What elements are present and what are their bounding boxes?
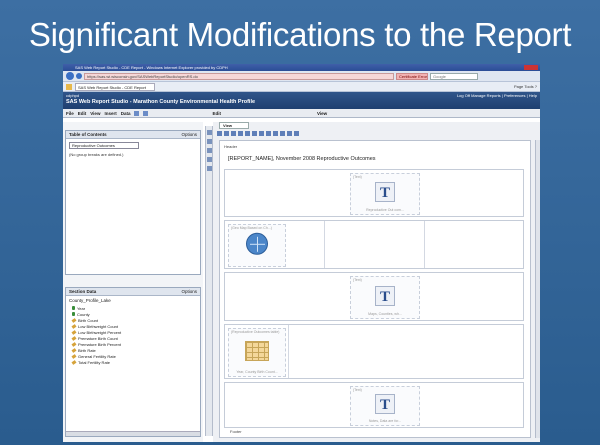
- menu-view[interactable]: View: [90, 111, 100, 116]
- report-canvas: Header [REPORT_NAME], November 2008 Repr…: [219, 140, 531, 438]
- insert-map-icon[interactable]: [206, 157, 212, 162]
- measure-icon: [71, 359, 77, 365]
- text-object-icon: T: [375, 285, 395, 306]
- vertical-scrollbar[interactable]: [535, 140, 540, 438]
- text-object[interactable]: (Text) T Notes, Data are for...: [350, 386, 420, 426]
- print-icon[interactable]: [238, 131, 243, 136]
- section-select[interactable]: Reproductive Outcomes: [69, 142, 139, 149]
- window-title: SAS Web Report Studio - CDE Report - Win…: [75, 65, 228, 70]
- menu-edit[interactable]: Edit: [78, 111, 87, 116]
- section-data-title: Section Data: [69, 289, 97, 294]
- category-icon: [72, 306, 75, 310]
- report-view-tab[interactable]: View: [219, 122, 249, 129]
- text-object-icon: T: [375, 394, 395, 414]
- measure-icon: [71, 341, 77, 347]
- insert-image-icon[interactable]: [206, 166, 212, 171]
- menu-file[interactable]: File: [66, 111, 74, 116]
- insert-text-icon[interactable]: [206, 130, 212, 135]
- browser-tab-bar: SAS Web Report Studio - CDE Report Page …: [63, 82, 540, 92]
- table-icon[interactable]: [245, 131, 250, 136]
- globe-icon: [246, 232, 268, 255]
- measure-icon: [71, 353, 77, 359]
- menu-data[interactable]: Data: [121, 111, 131, 116]
- report-title[interactable]: [REPORT_NAME], November 2008 Reproductiv…: [228, 156, 376, 162]
- embedded-screenshot: SAS Web Report Studio - CDE Report - Win…: [63, 64, 540, 442]
- save-icon[interactable]: [134, 110, 140, 116]
- view-tab[interactable]: View: [317, 111, 327, 116]
- text-object-icon: T: [375, 182, 395, 202]
- filter-icon[interactable]: [266, 131, 271, 136]
- data-item[interactable]: Total Fertility Rate: [71, 359, 200, 365]
- undo-icon[interactable]: [143, 110, 149, 116]
- header-links[interactable]: Log Off Manage Reports | Preferences | H…: [457, 93, 537, 98]
- app-title: SAS Web Report Studio - Marathon County …: [66, 99, 256, 105]
- category-icon: [72, 312, 75, 316]
- company-name: cdphpd: [66, 93, 80, 98]
- geo-map-object[interactable]: (Geo Map Based on Ch...): [228, 224, 286, 267]
- toc-options-button[interactable]: Options: [181, 131, 197, 139]
- table-of-contents-pane: Table of Contents Options Reproductive O…: [65, 130, 201, 275]
- slide-title: Significant Modifications to the Report: [28, 16, 572, 53]
- measure-icon: [71, 317, 77, 323]
- layout-row: (Text) T Reproductive Out com...: [224, 169, 524, 217]
- data-source-name: County_Profile_Lake: [69, 298, 111, 303]
- group-icon[interactable]: [287, 131, 292, 136]
- new-icon[interactable]: [217, 131, 222, 136]
- certificate-error-button[interactable]: Certificate Error: [396, 72, 428, 80]
- report-area: View Header [REPORT_NAME], November 2008…: [213, 122, 540, 442]
- forward-icon[interactable]: [76, 73, 82, 79]
- footer-label[interactable]: Footer: [230, 429, 242, 434]
- measure-icon: [71, 347, 77, 353]
- refresh-icon[interactable]: [294, 131, 299, 136]
- layout-row: (Text) T Notes, Data are for...: [224, 382, 524, 428]
- header-label[interactable]: Header: [224, 144, 237, 149]
- section-data-options-button[interactable]: Options: [181, 288, 197, 296]
- sort-icon[interactable]: [273, 131, 278, 136]
- window-controls[interactable]: [524, 65, 538, 70]
- browser-tools[interactable]: Page Tools ?: [514, 84, 537, 89]
- window-title-bar: SAS Web Report Studio - CDE Report - Win…: [63, 64, 540, 71]
- insert-graph-icon[interactable]: [206, 148, 212, 153]
- report-toolbar: [217, 131, 299, 138]
- favorites-star-icon[interactable]: [66, 83, 72, 90]
- measure-icon: [71, 323, 77, 329]
- section-data-header: Section Data Options: [66, 288, 200, 296]
- layout-row: (Reproductive Outcomes table) Year, Coun…: [224, 324, 524, 379]
- back-icon[interactable]: [66, 72, 74, 80]
- layout-row: (Text) T Maps, Counties, wh...: [224, 272, 524, 321]
- edit-tab[interactable]: Edit: [212, 111, 221, 116]
- measure-icon: [71, 329, 77, 335]
- search-input[interactable]: Google: [430, 72, 478, 80]
- menu-insert[interactable]: Insert: [104, 111, 116, 116]
- insert-toolbar: [205, 126, 213, 436]
- url-field[interactable]: https://sas.wi.wisconsin.gov/SASWebRepor…: [84, 72, 394, 80]
- menu-bar: File Edit View Insert Data Edit View: [63, 109, 540, 118]
- toc-note: (No group breaks are defined.): [69, 152, 124, 157]
- insert-table-icon[interactable]: [206, 139, 212, 144]
- toc-title: Table of Contents: [69, 132, 107, 137]
- toc-header: Table of Contents Options: [66, 131, 200, 139]
- table-object[interactable]: (Reproductive Outcomes table) Year, Coun…: [228, 328, 286, 377]
- section-data-pane: Section Data Options County_Profile_Lake…: [65, 287, 201, 437]
- pie-chart-icon[interactable]: [259, 131, 264, 136]
- address-bar: https://sas.wi.wisconsin.gov/SASWebRepor…: [63, 71, 540, 82]
- horizontal-scrollbar[interactable]: [66, 431, 200, 436]
- app-header: cdphpd SAS Web Report Studio - Marathon …: [63, 92, 540, 109]
- rank-icon[interactable]: [280, 131, 285, 136]
- presentation-slide: Significant Modifications to the Report …: [0, 0, 600, 445]
- left-panel: Table of Contents Options Reproductive O…: [63, 122, 203, 442]
- text-object[interactable]: (Text) T Maps, Counties, wh...: [350, 276, 420, 319]
- data-items-list: Year County Birth Count Low Birthweight …: [66, 305, 200, 365]
- measure-icon: [71, 335, 77, 341]
- bar-chart-icon[interactable]: [252, 131, 257, 136]
- layout-cell: [325, 221, 425, 268]
- save-icon[interactable]: [231, 131, 236, 136]
- text-object[interactable]: (Text) T Reproductive Out com...: [350, 173, 420, 215]
- browser-tab[interactable]: SAS Web Report Studio - CDE Report: [75, 82, 155, 91]
- layout-row: (Geo Map Based on Ch...): [224, 220, 524, 269]
- table-grid-icon: [245, 340, 269, 361]
- open-icon[interactable]: [224, 131, 229, 136]
